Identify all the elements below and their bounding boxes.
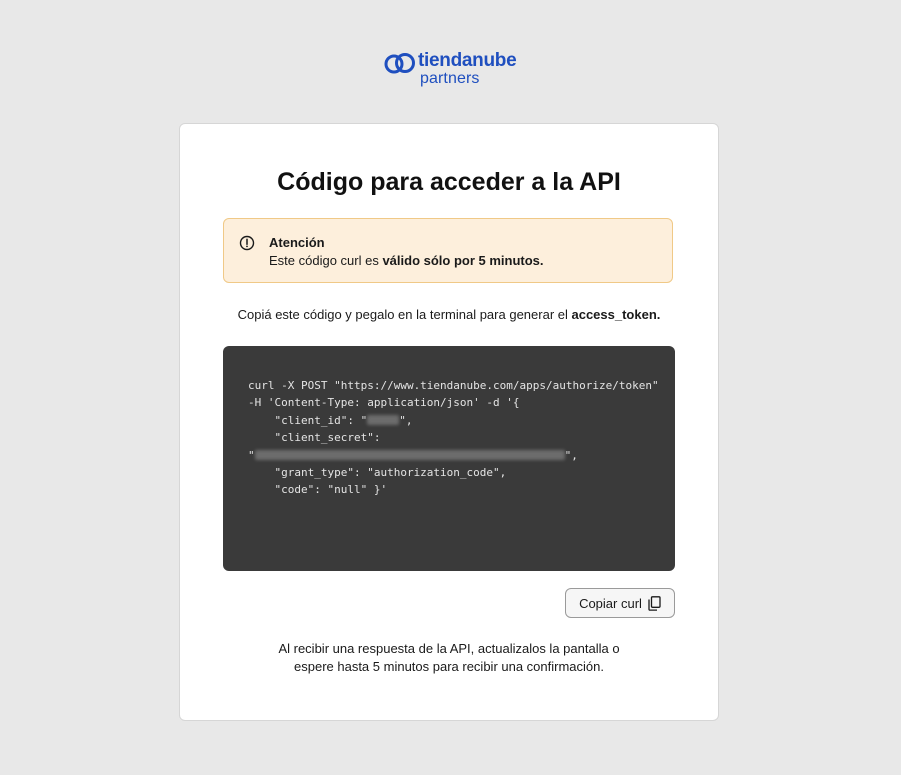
- alert-body-emphasis: válido sólo por 5 minutos.: [382, 253, 544, 268]
- api-code-card: Código para acceder a la API Atención Es…: [179, 123, 719, 721]
- attention-alert: Atención Este código curl es válido sólo…: [223, 218, 673, 283]
- copy-icon: [648, 595, 661, 611]
- code-client-secret-label: "client_secret":: [248, 431, 381, 445]
- instruction-emphasis: access_token.: [571, 307, 661, 322]
- code-client-id-suffix: ",: [399, 413, 413, 427]
- alert-title: Atención: [269, 235, 325, 250]
- code-client-secret-open: ": [248, 448, 255, 462]
- tiendanube-partners-logo: tiendanube partners: [384, 50, 524, 91]
- copy-curl-button[interactable]: Copiar curl: [565, 588, 675, 618]
- page-title: Código para acceder a la API: [277, 168, 621, 196]
- copy-curl-label: Copiar curl: [579, 595, 642, 611]
- code-client-id-prefix: "client_id": ": [248, 413, 368, 427]
- code-line-curl: curl -X POST "https://www.tiendanube.com…: [248, 379, 659, 392]
- code-line-grant-type: "grant_type": "authorization_code",: [248, 466, 507, 480]
- code-line-code: "code": "null" }': [248, 483, 388, 497]
- tiendanube-cloud-icon: [384, 53, 415, 74]
- curl-code[interactable]: curl -X POST "https://www.tiendanube.com…: [248, 377, 659, 499]
- instruction-text: Copiá este código y pegalo en la termina…: [237, 307, 572, 322]
- alert-circle-icon: [239, 235, 255, 251]
- logo-sub-text: partners: [420, 70, 480, 87]
- redacted-client-id: [367, 414, 400, 425]
- redacted-client-secret: [254, 449, 565, 460]
- alert-body-text: Este código curl es: [269, 253, 383, 268]
- code-line-header: -H 'Content-Type: application/json' -d '…: [248, 396, 520, 410]
- code-client-secret-close: ",: [564, 448, 578, 462]
- logo-brand-text: tiendanube: [418, 50, 517, 71]
- curl-code-block[interactable]: curl -X POST "https://www.tiendanube.com…: [223, 346, 675, 571]
- confirmation-note: Al recibir una respuesta de la API, actu…: [180, 640, 718, 676]
- confirmation-note-line-1: Al recibir una respuesta de la API, actu…: [278, 641, 620, 656]
- confirmation-note-line-2: espere hasta 5 minutos para recibir una …: [294, 659, 604, 674]
- alert-body: Este código curl es válido sólo por 5 mi…: [269, 253, 544, 268]
- copy-instruction: Copiá este código y pegalo en la termina…: [180, 307, 718, 322]
